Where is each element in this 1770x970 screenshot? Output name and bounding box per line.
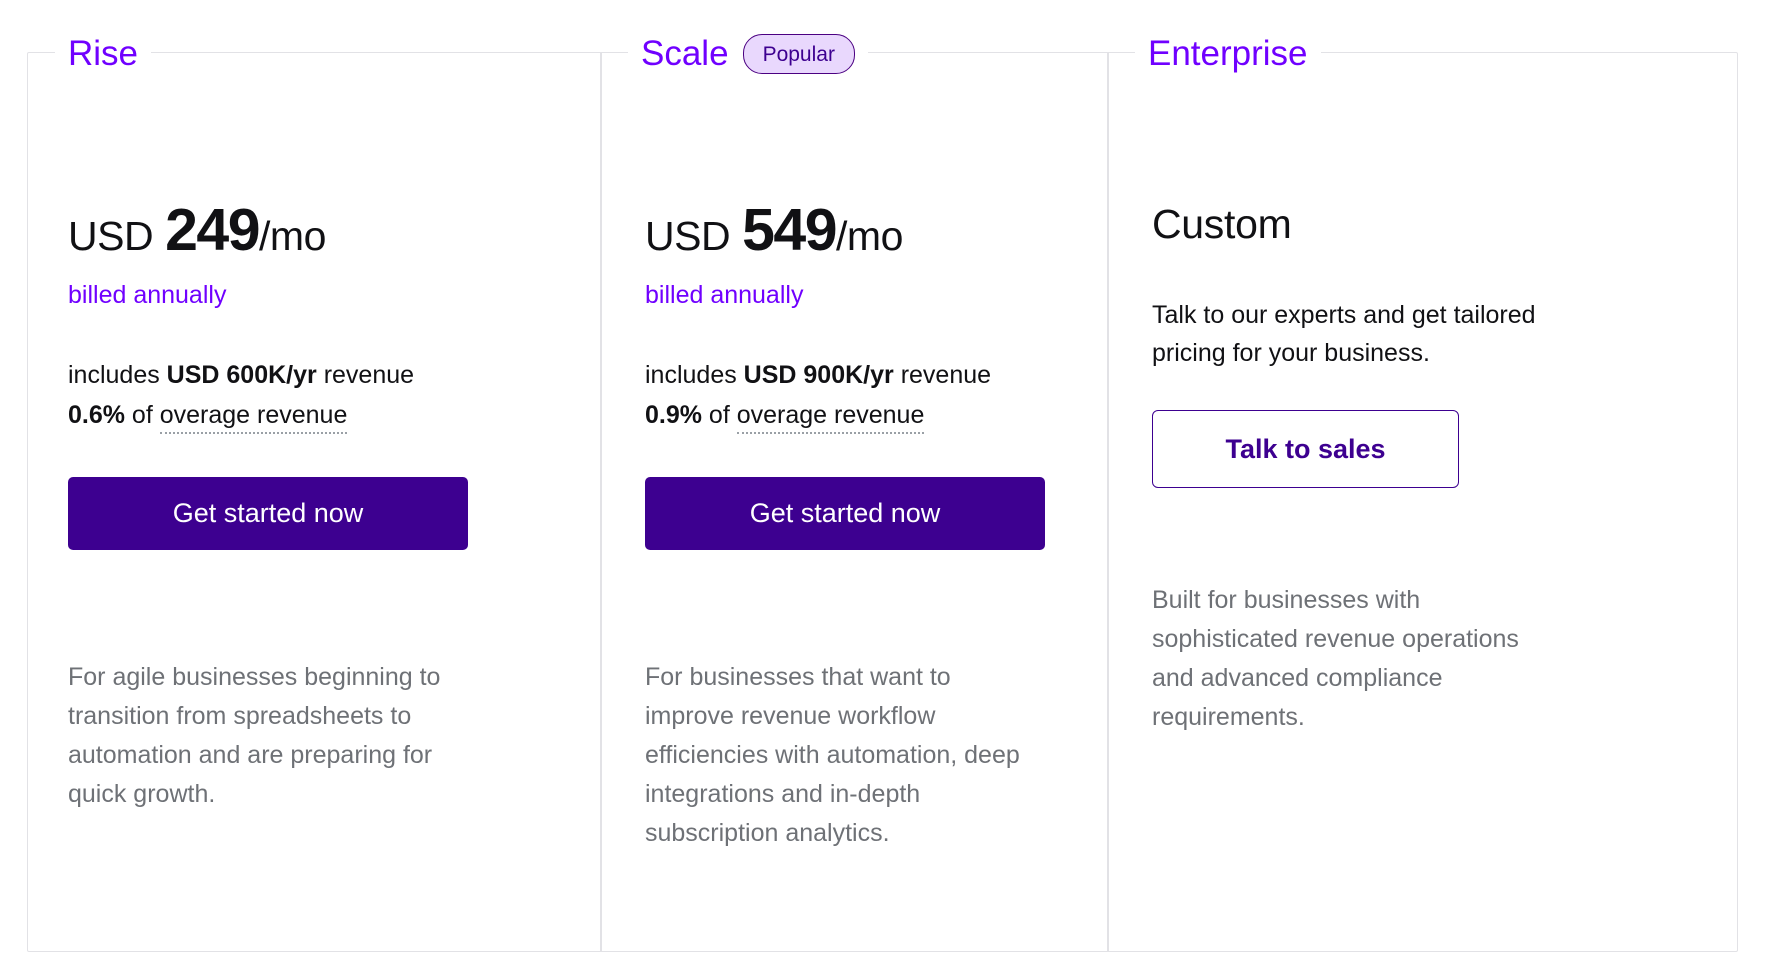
includes-block-scale: includes USD 900K/yr revenue 0.9% of ove…	[645, 355, 1067, 435]
get-started-button-rise[interactable]: Get started now	[68, 477, 468, 550]
overage-percent: 0.9%	[645, 401, 702, 429]
includes-block-rise: includes USD 600K/yr revenue 0.6% of ove…	[68, 355, 560, 435]
plan-description-scale: For businesses that want to improve reve…	[645, 663, 1020, 847]
get-started-button-scale[interactable]: Get started now	[645, 477, 1045, 550]
price-amount: 549	[742, 197, 837, 263]
overage-line-rise: 0.6% of overage revenue	[68, 395, 560, 435]
price-custom-enterprise: Custom	[1152, 201, 1292, 247]
plan-column-enterprise: Custom Talk to our experts and get tailo…	[1107, 52, 1738, 952]
price-period: /mo	[836, 213, 903, 259]
price-scale: USD 549 /mo	[645, 196, 1067, 264]
billing-note-rise: billed annually	[68, 281, 227, 309]
overage-percent: 0.6%	[68, 401, 125, 429]
billing-note-scale: billed annually	[645, 281, 804, 309]
overage-middle: of	[124, 401, 160, 429]
plan-columns: USD 249 /mo billed annually includes USD…	[27, 52, 1738, 952]
overage-middle: of	[701, 401, 737, 429]
plan-description-enterprise: Built for businesses with sophisticated …	[1152, 586, 1519, 731]
includes-prefix: includes	[68, 361, 167, 389]
includes-suffix: revenue	[893, 361, 992, 389]
talk-to-sales-button[interactable]: Talk to sales	[1152, 410, 1459, 488]
price-period: /mo	[259, 213, 326, 259]
includes-prefix: includes	[645, 361, 744, 389]
overage-revenue-term[interactable]: overage revenue	[736, 401, 925, 434]
includes-suffix: revenue	[316, 361, 415, 389]
plan-column-rise: USD 249 /mo billed annually includes USD…	[27, 52, 600, 952]
plan-description-rise: For agile businesses beginning to transi…	[68, 663, 441, 808]
price-currency: USD	[645, 213, 731, 259]
overage-line-scale: 0.9% of overage revenue	[645, 395, 1067, 435]
plan-column-scale: USD 549 /mo billed annually includes USD…	[600, 52, 1107, 952]
pricing-plans-card: Rise Scale Popular Enterprise USD 249 /m…	[27, 30, 1738, 970]
price-currency: USD	[68, 213, 154, 259]
price-amount: 249	[165, 197, 260, 263]
includes-revenue: USD 900K/yr	[743, 361, 894, 389]
includes-revenue: USD 600K/yr	[166, 361, 317, 389]
overage-revenue-term[interactable]: overage revenue	[159, 401, 348, 434]
price-rise: USD 249 /mo	[68, 196, 560, 264]
contact-copy-enterprise: Talk to our experts and get tailored pri…	[1152, 301, 1536, 367]
